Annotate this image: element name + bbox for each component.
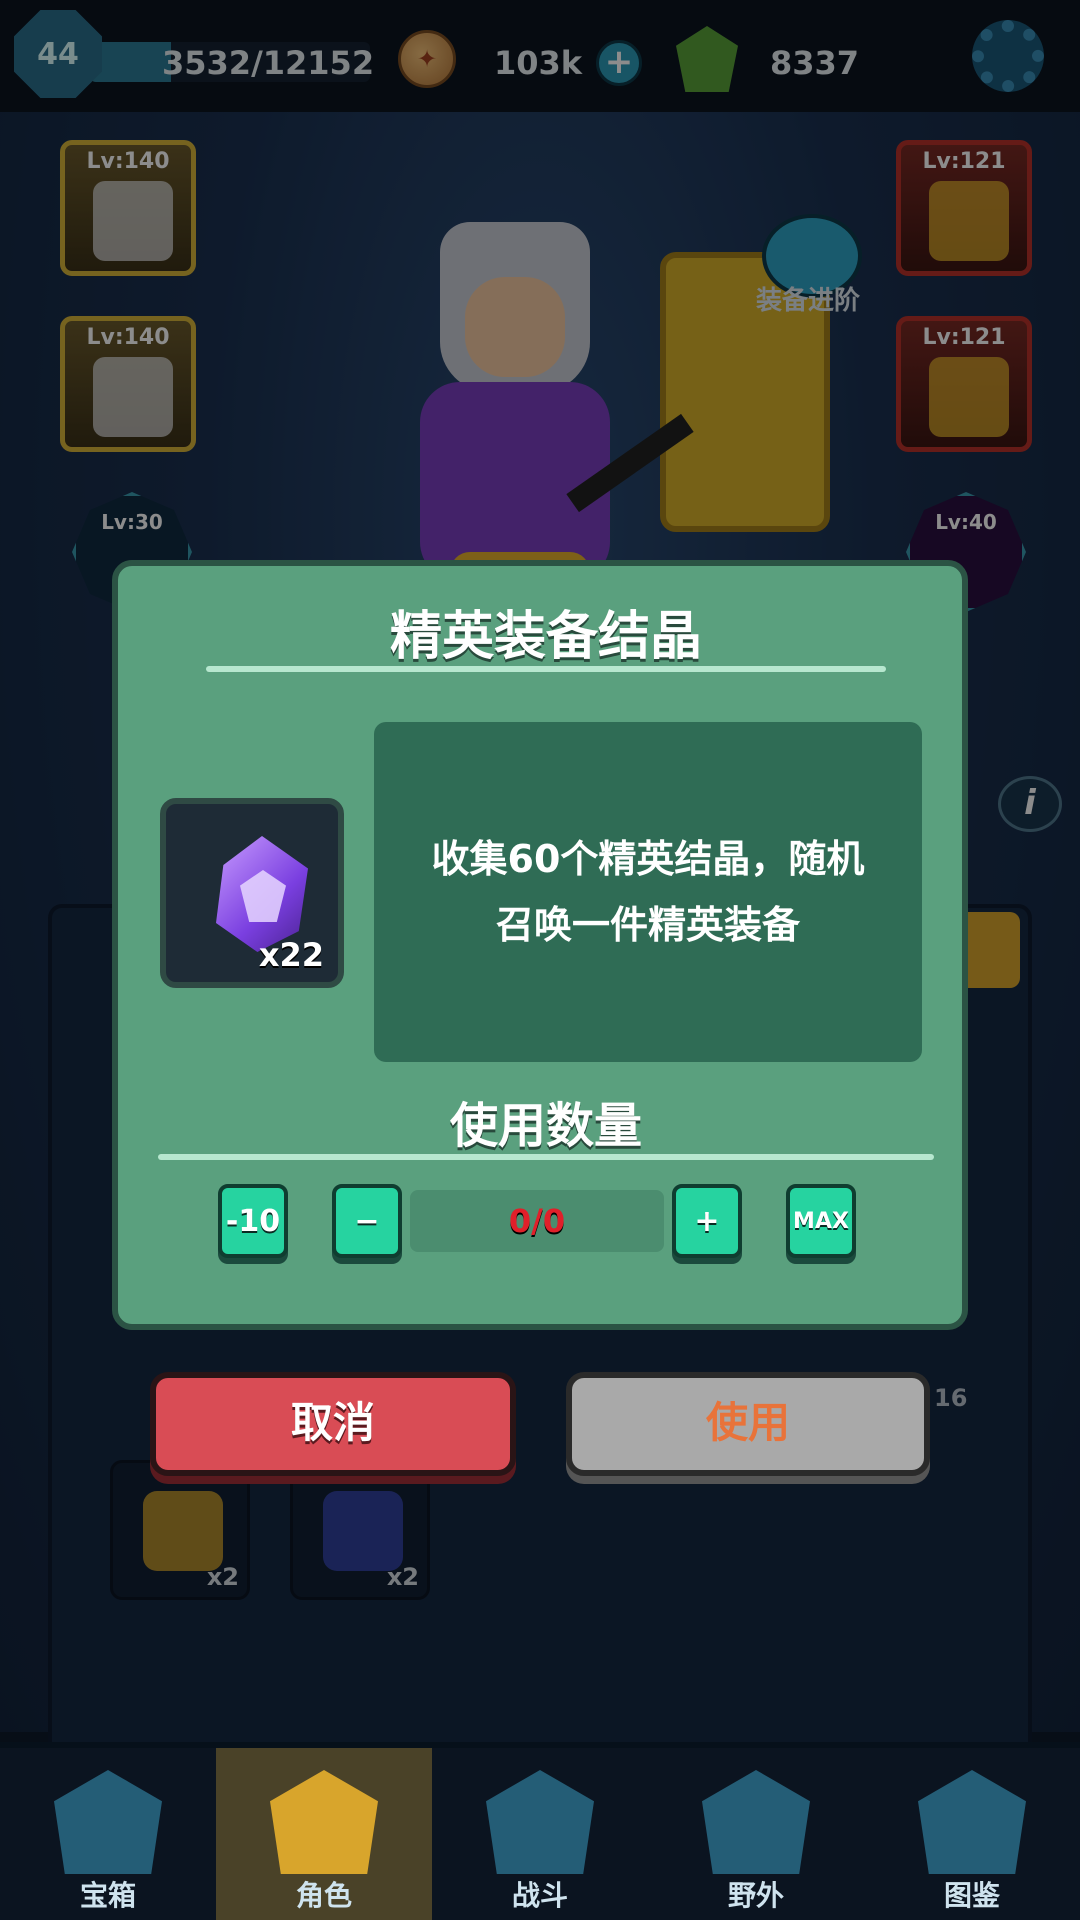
quantity-value: 0/0: [410, 1190, 664, 1252]
nav-codex[interactable]: 图鉴: [864, 1748, 1080, 1920]
max-button[interactable]: MAX: [786, 1184, 856, 1258]
title-divider: [206, 666, 886, 672]
plus-button[interactable]: +: [672, 1184, 742, 1258]
nav-character[interactable]: 角色: [216, 1748, 432, 1920]
nav-label: 野外: [727, 1879, 784, 1912]
nav-battle[interactable]: 战斗: [432, 1748, 648, 1920]
cancel-button[interactable]: 取消: [150, 1372, 516, 1476]
nav-wild[interactable]: 野外: [648, 1748, 864, 1920]
dialog-title: 精英装备结晶: [389, 607, 702, 667]
use-button[interactable]: 使用: [566, 1372, 930, 1476]
item-frame: x22: [160, 798, 344, 988]
minus-button[interactable]: −: [332, 1184, 402, 1258]
use-quantity-title: 使用数量: [449, 1098, 642, 1154]
nav-chest[interactable]: 宝箱: [0, 1748, 216, 1920]
item-description: 收集60个精英结晶，随机召唤一件精英装备: [431, 837, 865, 947]
nav-label: 图鉴: [943, 1879, 1000, 1912]
elite-crystal-dialog: 精英装备结晶 x22 收集60个精英结晶，随机召唤一件精英装备 使用数量 -10…: [112, 560, 968, 1330]
book-icon: [918, 1770, 1026, 1874]
description-box: 收集60个精英结晶，随机召唤一件精英装备: [374, 722, 922, 1062]
minus-10-button[interactable]: -10: [218, 1184, 288, 1258]
crossed-swords-icon: [486, 1770, 594, 1874]
nav-label: 宝箱: [79, 1879, 136, 1912]
nav-label: 角色: [295, 1879, 352, 1912]
chest-icon: [54, 1770, 162, 1874]
nav-label: 战斗: [511, 1879, 568, 1912]
bottom-nav: 宝箱 角色 战斗 野外 图鉴: [0, 1742, 1080, 1920]
castle-icon: [702, 1770, 810, 1874]
helmet-icon: [270, 1770, 378, 1874]
quantity-divider: [158, 1154, 934, 1160]
item-quantity: x22: [258, 936, 324, 974]
